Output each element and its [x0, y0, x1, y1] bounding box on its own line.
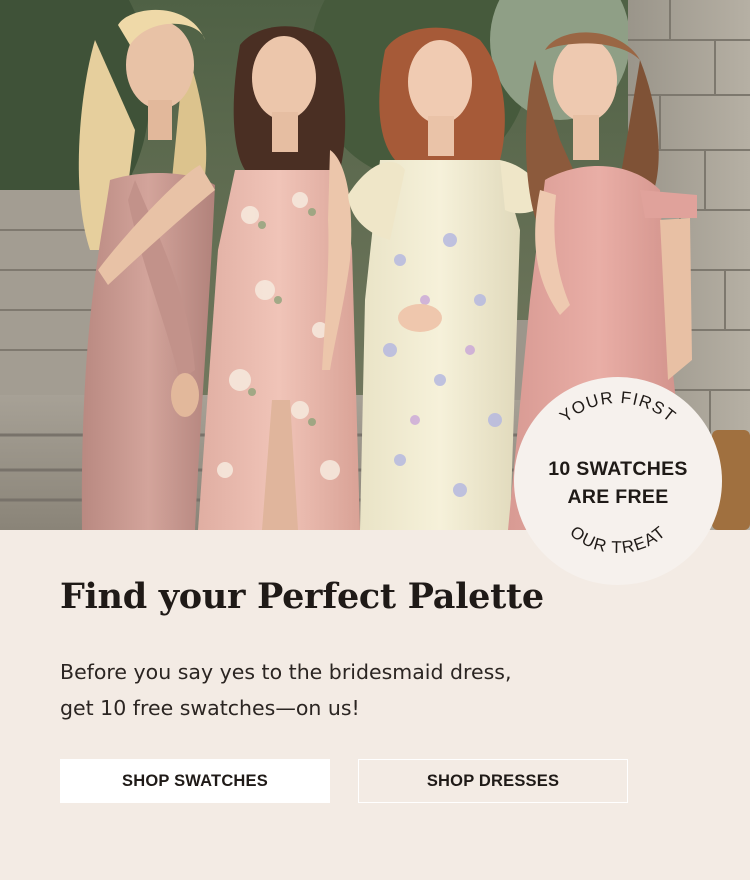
- badge-bottom-arc-text: OUR TREAT: [566, 522, 669, 557]
- page-headline: Find your Perfect Palette: [60, 576, 544, 617]
- badge-offer-line1: 10 SWATCHES: [548, 458, 688, 480]
- promo-description-line1: Before you say yes to the bridesmaid dre…: [60, 660, 512, 684]
- badge-offer-line2: ARE FREE: [567, 486, 669, 508]
- badge-offer: 10 SWATCHES ARE FREE: [514, 455, 722, 511]
- promo-description-line2: get 10 free swatches—on us!: [60, 696, 360, 720]
- free-swatches-badge: YOUR FIRST OUR TREAT 10 SWATCHES ARE FRE…: [514, 377, 722, 585]
- shop-swatches-button[interactable]: SHOP SWATCHES: [60, 759, 330, 803]
- promo-description: Before you say yes to the bridesmaid dre…: [60, 654, 620, 726]
- shop-dresses-button[interactable]: SHOP DRESSES: [358, 759, 628, 803]
- badge-top-arc-text: YOUR FIRST: [556, 388, 680, 426]
